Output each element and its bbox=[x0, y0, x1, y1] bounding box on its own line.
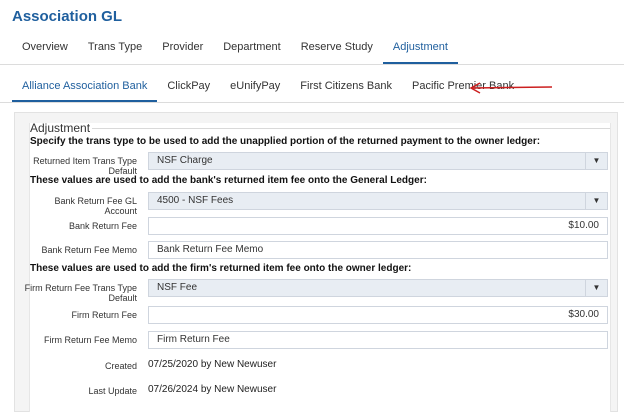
returned-item-trans-type-select[interactable]: NSF Charge ▼ bbox=[148, 152, 608, 170]
fieldset-legend-rule bbox=[92, 128, 610, 129]
bank-return-fee-memo-label: Bank Return Fee Memo bbox=[41, 245, 137, 255]
tab-alliance-association-bank[interactable]: Alliance Association Bank bbox=[12, 74, 158, 102]
firm-return-fee-memo-label: Firm Return Fee Memo bbox=[43, 335, 137, 345]
tab-department[interactable]: Department bbox=[213, 36, 290, 64]
app-title: Association GL bbox=[12, 8, 123, 25]
primary-tab-bar: Overview Trans Type Provider Department … bbox=[12, 36, 612, 64]
instruction-owner-ledger: Specify the trans type to be used to add… bbox=[30, 136, 541, 147]
secondary-tab-bar: Alliance Association Bank ClickPay eUnif… bbox=[12, 74, 524, 102]
firm-return-fee-trans-type-select[interactable]: NSF Fee ▼ bbox=[148, 279, 608, 297]
secondary-tab-divider bbox=[0, 102, 624, 103]
last-update-label: Last Update bbox=[88, 386, 137, 396]
bank-return-fee-gl-account-value: 4500 - NSF Fees bbox=[157, 195, 234, 206]
tab-clickpay[interactable]: ClickPay bbox=[157, 74, 220, 102]
returned-item-trans-type-label: Returned Item Trans Type Default bbox=[33, 156, 137, 176]
chevron-down-icon[interactable]: ▼ bbox=[585, 153, 607, 169]
annotation-arrow-icon bbox=[469, 82, 553, 94]
tab-eunifypay[interactable]: eUnifyPay bbox=[220, 74, 290, 102]
tab-adjustment[interactable]: Adjustment bbox=[382, 36, 458, 64]
created-value: 07/25/2020 by New Newuser bbox=[148, 359, 277, 370]
primary-tab-divider bbox=[0, 64, 624, 65]
firm-return-fee-trans-type-label: Firm Return Fee Trans Type Default bbox=[24, 283, 137, 303]
fieldset-legend: Adjustment bbox=[30, 121, 91, 135]
firm-return-fee-memo-input[interactable]: Firm Return Fee bbox=[148, 331, 608, 349]
bank-return-fee-gl-account-label: Bank Return Fee GL Account bbox=[54, 196, 137, 216]
returned-item-trans-type-value: NSF Charge bbox=[157, 155, 213, 166]
instruction-general-ledger: These values are used to add the bank's … bbox=[30, 175, 427, 186]
chevron-down-icon[interactable]: ▼ bbox=[585, 193, 607, 209]
created-label: Created bbox=[104, 361, 137, 371]
firm-return-fee-input[interactable]: $30.00 bbox=[148, 306, 608, 324]
bank-return-fee-input[interactable]: $10.00 bbox=[148, 217, 608, 235]
tab-provider[interactable]: Provider bbox=[152, 36, 213, 64]
firm-return-fee-label: Firm Return Fee bbox=[71, 310, 137, 320]
bank-return-fee-label: Bank Return Fee bbox=[68, 221, 137, 231]
tab-overview[interactable]: Overview bbox=[12, 36, 78, 64]
tab-first-citizens-bank[interactable]: First Citizens Bank bbox=[290, 74, 402, 102]
last-update-value: 07/26/2024 by New Newuser bbox=[148, 384, 277, 395]
tab-trans-type[interactable]: Trans Type bbox=[78, 36, 152, 64]
instruction-firm-fee: These values are used to add the firm's … bbox=[30, 263, 412, 274]
bank-return-fee-memo-input[interactable]: Bank Return Fee Memo bbox=[148, 241, 608, 259]
tab-reserve-study[interactable]: Reserve Study bbox=[291, 36, 383, 64]
bank-return-fee-gl-account-select[interactable]: 4500 - NSF Fees ▼ bbox=[148, 192, 608, 210]
firm-return-fee-trans-type-value: NSF Fee bbox=[157, 282, 198, 293]
chevron-down-icon[interactable]: ▼ bbox=[585, 280, 607, 296]
